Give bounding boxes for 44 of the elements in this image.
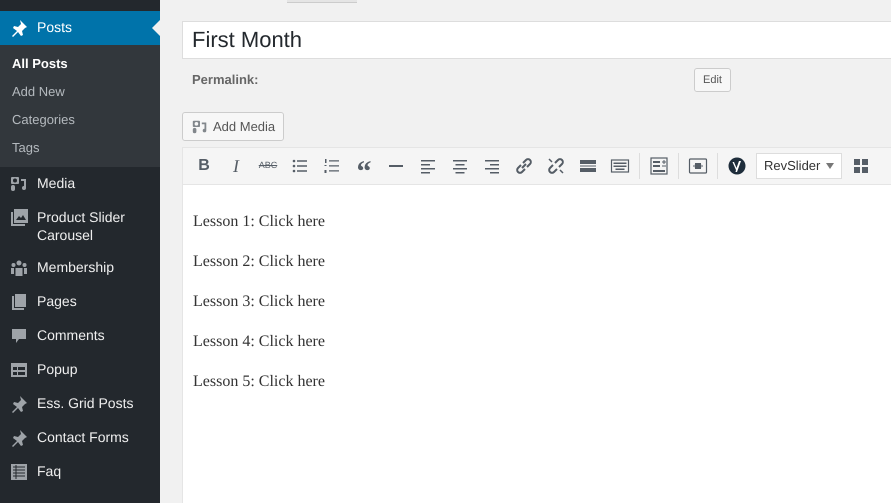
- menu-item[interactable]: Popup: [0, 353, 160, 387]
- pages-icon: [9, 292, 29, 312]
- paragraph: Lesson 1: Click here: [193, 213, 326, 231]
- menu-item[interactable]: Pages: [0, 285, 160, 319]
- blockquote-button[interactable]: “: [351, 152, 377, 180]
- italic-button[interactable]: I: [223, 152, 249, 180]
- strikethrough-button[interactable]: ABC: [255, 152, 281, 180]
- submenu-item[interactable]: All Posts: [0, 50, 160, 78]
- bold-button[interactable]: B: [191, 152, 217, 180]
- people-icon: [9, 258, 29, 278]
- menu-item[interactable]: Contact Forms: [0, 421, 160, 455]
- current-arrow-icon: [152, 20, 160, 36]
- media-icon: [191, 118, 209, 136]
- paragraph: Lesson 2: Click here: [193, 253, 326, 271]
- add-media-button[interactable]: Add Media: [182, 112, 284, 141]
- shortcode-icon[interactable]: [688, 156, 708, 176]
- menu-item[interactable]: Membership: [0, 251, 160, 285]
- edit-button[interactable]: Edit: [694, 68, 731, 92]
- list-icon: [9, 462, 29, 482]
- revslider-dropdown[interactable]: RevSlider: [756, 153, 842, 179]
- form-icon[interactable]: [649, 156, 669, 176]
- submenu-item[interactable]: Add New: [0, 78, 160, 106]
- menu-item[interactable]: Ess. Grid Posts: [0, 387, 160, 421]
- paragraph: Lesson 4: Click here: [193, 333, 326, 351]
- menu-item[interactable]: Product Slider Carousel: [0, 201, 160, 251]
- y-badge-icon[interactable]: [727, 156, 747, 176]
- submenu-item[interactable]: Categories: [0, 106, 160, 134]
- media-icon: [9, 174, 29, 194]
- title-field[interactable]: First Month: [182, 21, 891, 59]
- window-icon: [9, 360, 29, 380]
- image-icon: [9, 208, 29, 228]
- broken-link-icon[interactable]: [546, 156, 566, 176]
- editor-area[interactable]: Lesson 1: Click here Lesson 2: Click here Lesson 3: Click here Lesson 4: Click here Lesson 5: Click here: [182, 185, 891, 503]
- permalink-label: Permalink:: [192, 71, 258, 90]
- menu-item[interactable]: Faq: [0, 455, 160, 489]
- menu-item[interactable]: Media: [0, 167, 160, 201]
- caret-icon: [826, 163, 834, 169]
- link-icon[interactable]: [514, 156, 534, 176]
- paragraph: Lesson 3: Click here: [193, 293, 326, 311]
- numbered-list-icon[interactable]: [322, 156, 342, 176]
- menu-item[interactable]: Comments: [0, 319, 160, 353]
- submenu-item[interactable]: Tags: [0, 134, 160, 162]
- menu-item[interactable]: Posts: [0, 11, 160, 45]
- paragraph: Lesson 5: Click here: [193, 373, 326, 391]
